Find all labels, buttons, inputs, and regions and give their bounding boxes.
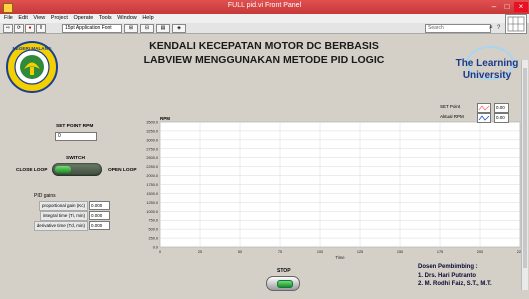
legend-line-icon (477, 103, 491, 113)
scrollbar-thumb[interactable] (523, 68, 527, 268)
stop-button[interactable] (266, 276, 300, 291)
y-tick-label: 0.0 (153, 246, 158, 250)
y-tick-label: 3250.0 (146, 129, 158, 133)
y-tick-label: 1000.0 (146, 210, 158, 214)
x-axis-label: Time (335, 255, 345, 260)
x-tick-label: 25 (198, 250, 202, 254)
x-tick-label: 100 (317, 250, 323, 254)
supervisor-info: Dosen Pembimbing : 1. Drs. Hari Putranto… (418, 263, 492, 289)
legend-value: 0.00 (494, 113, 509, 123)
vertical-scrollbar[interactable] (521, 60, 528, 290)
x-tick-label: 125 (357, 250, 363, 254)
y-tick-label: 3500.0 (146, 121, 158, 125)
x-tick-label: 175 (437, 250, 443, 254)
legend-item-setpoint[interactable]: SET Point 0.00 (440, 103, 520, 113)
legend-line-icon (477, 113, 491, 123)
y-tick-label: 1500.0 (146, 192, 158, 196)
stop-label: STOP (277, 268, 291, 274)
y-tick-label: 500.0 (148, 228, 158, 232)
x-tick-label: 0 (159, 250, 161, 254)
y-tick-label: 2000.0 (146, 174, 158, 178)
y-tick-label: 2750.0 (146, 147, 158, 151)
y-tick-label: 3000.0 (146, 138, 158, 142)
x-tick-label: 50 (238, 250, 242, 254)
y-tick-label: 750.0 (148, 219, 158, 223)
y-tick-label: 1750.0 (146, 183, 158, 187)
rpm-chart: 3500.03250.03000.02750.02500.02250.02000… (146, 121, 523, 261)
y-tick-label: 1250.0 (146, 201, 158, 205)
x-tick-label: 150 (397, 250, 403, 254)
legend-value: 0.00 (494, 103, 509, 113)
supervisor-1: 1. Drs. Hari Putranto (418, 272, 477, 279)
legend-label: Aktual RPM (440, 114, 464, 119)
x-tick-label: 75 (278, 250, 282, 254)
x-tick-label: 200 (477, 250, 483, 254)
stop-led-icon (277, 280, 293, 288)
y-tick-label: 2500.0 (146, 156, 158, 160)
legend-label: SET Point (440, 104, 461, 109)
legend-item-aktual[interactable]: Aktual RPM 0.00 (440, 113, 520, 123)
y-tick-label: 250.0 (148, 237, 158, 241)
y-tick-label: 2250.0 (146, 165, 158, 169)
chart-legend: SET Point 0.00 Aktual RPM 0.00 (440, 103, 520, 123)
supervisor-2: 2. M. Rodhi Faiz, S.T., M.T. (418, 281, 492, 288)
supervisor-title: Dosen Pembimbing : (418, 264, 478, 270)
